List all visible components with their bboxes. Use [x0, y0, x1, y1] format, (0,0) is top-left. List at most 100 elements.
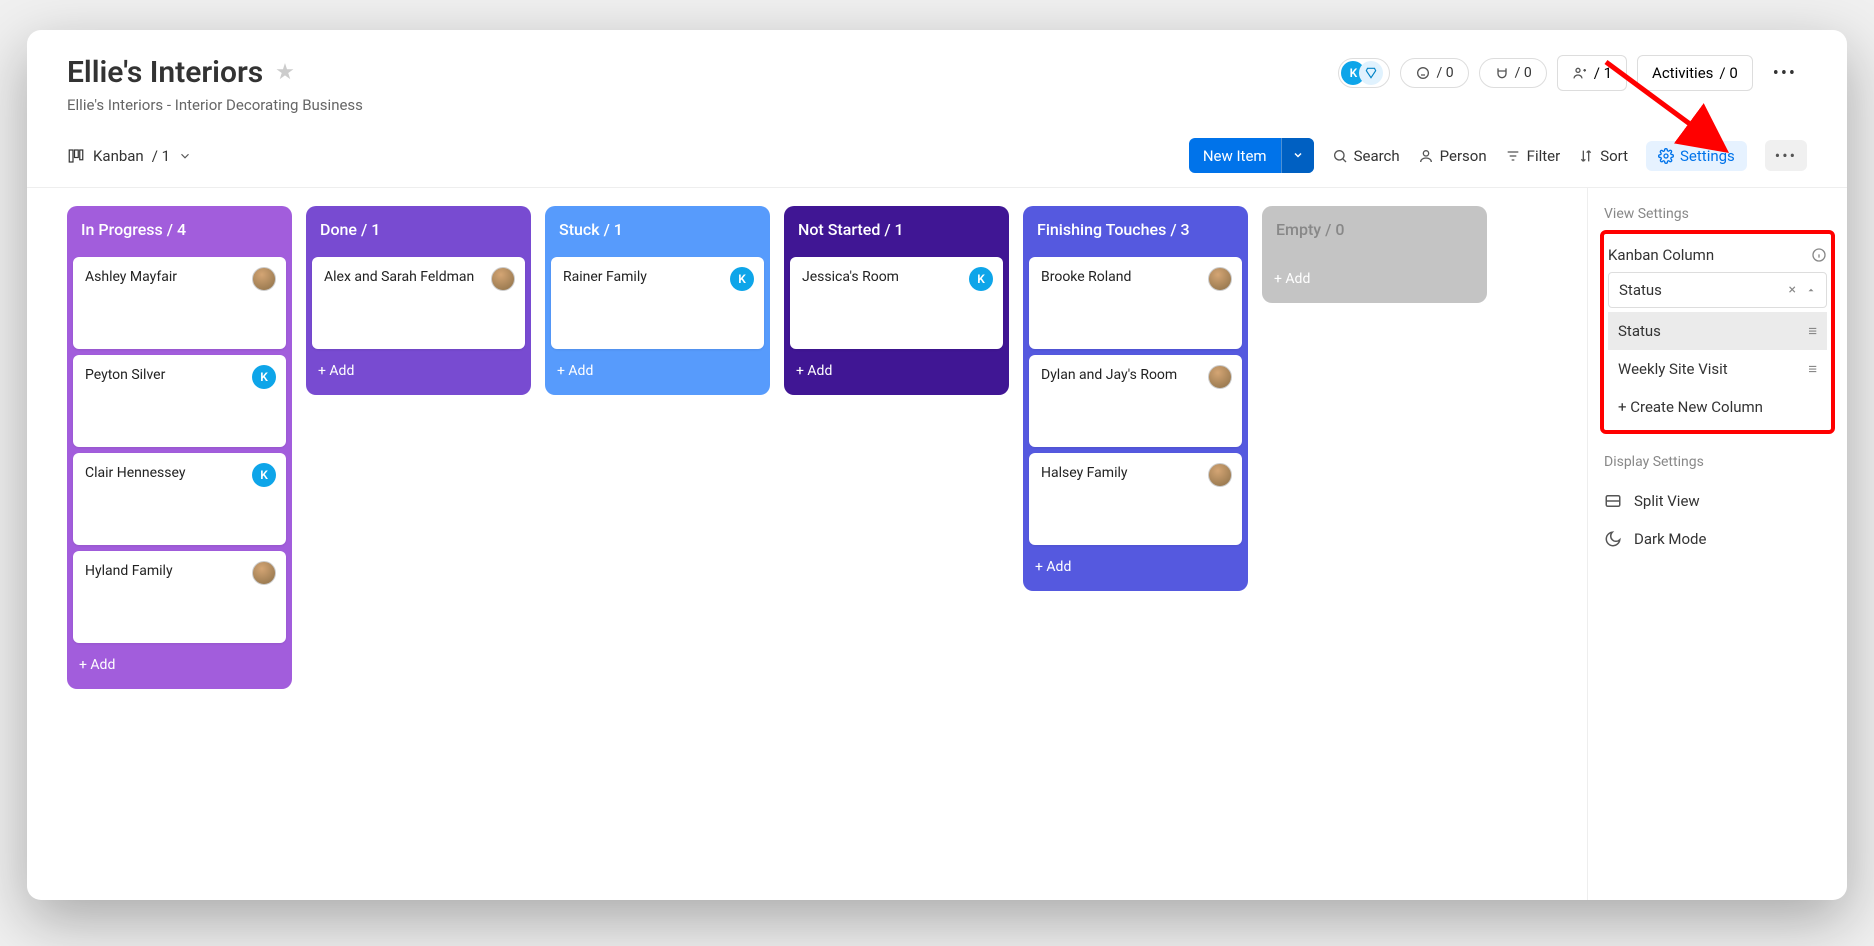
plug-icon	[1494, 65, 1510, 81]
card-title: Peyton Silver	[85, 367, 274, 383]
kanban-card[interactable]: Peyton SilverK	[73, 355, 286, 447]
card-avatar[interactable]	[1208, 365, 1232, 389]
kanban-card[interactable]: Clair HennesseyK	[73, 453, 286, 545]
column-body: Jessica's RoomK	[784, 251, 1009, 355]
kanban-icon	[67, 147, 85, 165]
kanban-column: Finishing Touches / 3 Brooke Roland Dylan …	[1023, 206, 1248, 591]
chevron-down-icon	[178, 149, 192, 163]
settings-button[interactable]: Settings	[1646, 141, 1747, 171]
sort-button[interactable]: Sort	[1578, 147, 1628, 165]
filter-icon	[1505, 148, 1521, 164]
person-button[interactable]: Person	[1418, 147, 1487, 165]
person-icon	[1418, 148, 1434, 164]
view-switcher[interactable]: Kanban / 1	[67, 147, 192, 165]
card-avatar[interactable]	[1208, 463, 1232, 487]
star-icon[interactable]: ★	[275, 60, 295, 85]
kanban-column-select[interactable]: Status ×	[1608, 272, 1827, 308]
kanban-card[interactable]: Jessica's RoomK	[790, 257, 1003, 349]
new-item-caret[interactable]	[1281, 138, 1314, 173]
kanban-column-options: Status≡Weekly Site Visit≡	[1608, 312, 1827, 388]
drag-handle-icon[interactable]: ≡	[1808, 322, 1817, 340]
kanban-board: In Progress / 4 Ashley Mayfair Peyton Silv…	[27, 188, 1587, 900]
split-view-option[interactable]: Split View	[1604, 482, 1831, 520]
kanban-card[interactable]: Hyland Family	[73, 551, 286, 643]
column-add-button[interactable]: + Add	[67, 649, 292, 681]
app-window: Ellie's Interiors ★ Ellie's Interiors - …	[27, 30, 1847, 900]
settings-panel: View Settings Kanban Column Status × Sta…	[1587, 188, 1847, 900]
card-avatar[interactable]: K	[252, 463, 276, 487]
column-add-button[interactable]: + Add	[1262, 263, 1487, 295]
new-item-button[interactable]: New Item	[1189, 138, 1314, 173]
card-title: Dylan and Jay's Room	[1041, 367, 1230, 383]
view-toolbar: Kanban / 1 New Item Search Person Filte	[27, 124, 1847, 188]
members-button[interactable]: / 1	[1557, 55, 1627, 91]
gear-icon	[1658, 148, 1674, 164]
card-avatar[interactable]	[252, 267, 276, 291]
card-avatar[interactable]: K	[252, 365, 276, 389]
card-avatar[interactable]: K	[730, 267, 754, 291]
board-members-pill[interactable]: K	[1338, 58, 1390, 88]
activities-button[interactable]: Activities / 0	[1637, 55, 1753, 91]
header-actions: K / 0 / 0 / 1 Activities / 0 •••	[1338, 55, 1807, 91]
drag-handle-icon[interactable]: ≡	[1808, 360, 1817, 378]
card-title: Alex and Sarah Feldman	[324, 269, 513, 285]
search-icon	[1332, 148, 1348, 164]
kanban-column: Empty / 0 + Add	[1262, 206, 1487, 303]
search-button[interactable]: Search	[1332, 147, 1400, 165]
create-new-column-link[interactable]: + Create New Column	[1608, 388, 1827, 426]
kanban-card[interactable]: Halsey Family	[1029, 453, 1242, 545]
kanban-card[interactable]: Rainer FamilyK	[551, 257, 764, 349]
card-title: Rainer Family	[563, 269, 752, 285]
card-title: Jessica's Room	[802, 269, 991, 285]
view-settings-heading: View Settings	[1604, 206, 1831, 222]
column-header[interactable]: In Progress / 4	[67, 206, 292, 251]
kanban-column-option[interactable]: Weekly Site Visit≡	[1608, 350, 1827, 388]
split-view-icon	[1604, 492, 1622, 510]
column-header[interactable]: Empty / 0	[1262, 206, 1487, 251]
kanban-column-option[interactable]: Status≡	[1608, 312, 1827, 350]
kanban-card[interactable]: Brooke Roland	[1029, 257, 1242, 349]
board-body: In Progress / 4 Ashley Mayfair Peyton Silv…	[27, 188, 1847, 900]
page-title: Ellie's Interiors	[67, 55, 263, 90]
header-more-icon[interactable]: •••	[1763, 57, 1807, 90]
card-title: Hyland Family	[85, 563, 274, 579]
column-body: Rainer FamilyK	[545, 251, 770, 355]
display-settings-heading: Display Settings	[1604, 454, 1831, 470]
card-avatar[interactable]: K	[969, 267, 993, 291]
column-body: Ashley MayfairPeyton SilverKClair Hennes…	[67, 251, 292, 649]
kanban-card[interactable]: Dylan and Jay's Room	[1029, 355, 1242, 447]
info-icon[interactable]	[1811, 247, 1827, 263]
column-add-button[interactable]: + Add	[784, 355, 1009, 387]
annotation-highlight-box: Kanban Column Status × Status≡Weekly Sit…	[1600, 230, 1835, 434]
dark-mode-option[interactable]: Dark Mode	[1604, 520, 1831, 558]
filter-button[interactable]: Filter	[1505, 147, 1561, 165]
card-avatar[interactable]	[252, 561, 276, 585]
kanban-card[interactable]: Alex and Sarah Feldman	[312, 257, 525, 349]
column-header[interactable]: Finishing Touches / 3	[1023, 206, 1248, 251]
kanban-card[interactable]: Ashley Mayfair	[73, 257, 286, 349]
card-avatar[interactable]	[491, 267, 515, 291]
column-add-button[interactable]: + Add	[1023, 551, 1248, 583]
column-header[interactable]: Not Started / 1	[784, 206, 1009, 251]
column-header[interactable]: Done / 1	[306, 206, 531, 251]
card-title: Ashley Mayfair	[85, 269, 274, 285]
card-avatar[interactable]	[1208, 267, 1232, 291]
robot-icon	[1415, 65, 1431, 81]
column-body	[1262, 251, 1487, 263]
automation-pill[interactable]: / 0	[1400, 58, 1468, 88]
card-title: Brooke Roland	[1041, 269, 1230, 285]
toolbar-more-icon[interactable]: •••	[1765, 140, 1807, 171]
card-title: Halsey Family	[1041, 465, 1230, 481]
page-header: Ellie's Interiors ★ Ellie's Interiors - …	[27, 30, 1847, 124]
column-body: Alex and Sarah Feldman	[306, 251, 531, 355]
caret-up-icon	[1806, 285, 1816, 295]
kanban-column: Stuck / 1 Rainer FamilyK + Add	[545, 206, 770, 395]
kanban-column-label: Kanban Column	[1608, 246, 1714, 264]
clear-icon[interactable]: ×	[1789, 282, 1796, 298]
sort-icon	[1578, 148, 1594, 164]
kanban-column: Done / 1 Alex and Sarah Feldman + Add	[306, 206, 531, 395]
column-add-button[interactable]: + Add	[306, 355, 531, 387]
column-header[interactable]: Stuck / 1	[545, 206, 770, 251]
column-add-button[interactable]: + Add	[545, 355, 770, 387]
integration-pill[interactable]: / 0	[1479, 58, 1547, 88]
